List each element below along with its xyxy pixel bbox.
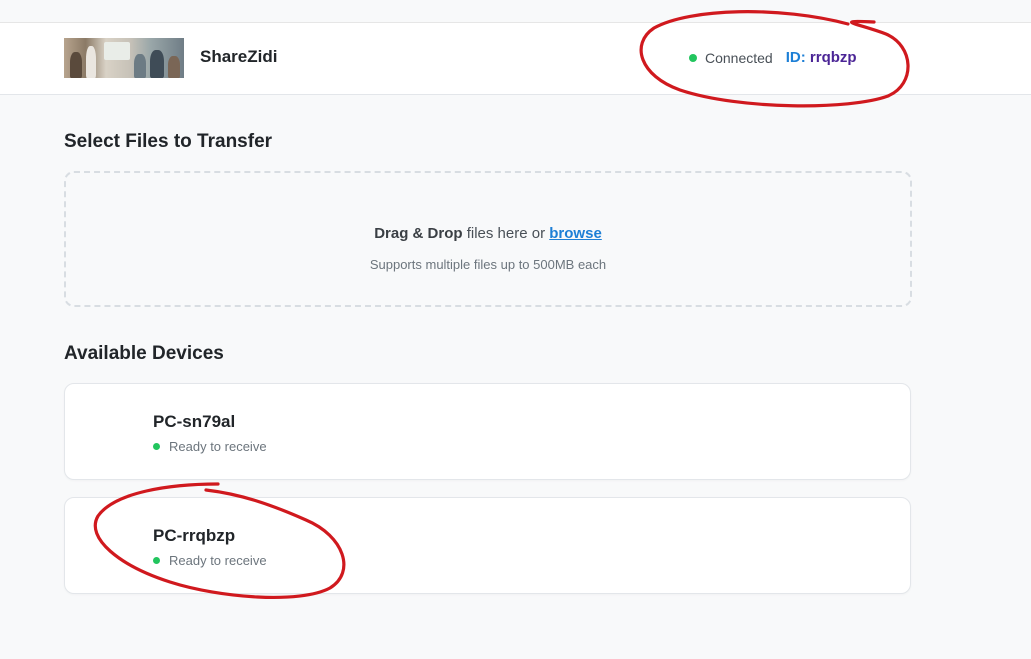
- device-name: PC-rrqbzp: [153, 526, 236, 545]
- browse-link[interactable]: browse: [549, 225, 602, 242]
- status-dot-icon: [689, 53, 697, 62]
- peer-id-value: rrqbzp: [809, 49, 857, 66]
- device-card[interactable]: PC-sn79al Ready to receive: [64, 383, 911, 480]
- app-name: ShareZidi: [200, 47, 278, 66]
- status-dot-icon: [153, 557, 160, 564]
- devices-section-title: Available Devices: [64, 343, 224, 364]
- connection-status-text: Connected: [705, 49, 773, 66]
- device-status: Ready to receive: [153, 553, 267, 568]
- drop-zone-message: Drag & Drop files here or browse: [66, 225, 910, 242]
- device-status-text: Ready to receive: [169, 439, 267, 454]
- app-header: ShareZidi Connected ID: rrqbzp: [0, 23, 1031, 95]
- device-status: Ready to receive: [153, 439, 267, 454]
- upload-section-title: Select Files to Transfer: [64, 131, 273, 152]
- device-status-text: Ready to receive: [169, 553, 267, 568]
- peer-id-label: ID:: [785, 49, 806, 66]
- device-card[interactable]: PC-rrqbzp Ready to receive: [64, 497, 911, 594]
- logo-image: [64, 38, 184, 78]
- drag-drop-label: Drag & Drop: [374, 225, 463, 242]
- status-dot-icon: [153, 443, 160, 450]
- upload-limit-hint: Supports multiple files up to 500MB each: [369, 257, 607, 272]
- peer-id: ID: rrqbzp: [786, 49, 857, 66]
- connection-status: Connected ID: rrqbzp: [689, 49, 857, 66]
- drag-drop-text: files here or: [462, 225, 550, 242]
- device-name: PC-sn79al: [153, 412, 236, 431]
- browser-top-strip: [0, 0, 1031, 23]
- file-drop-zone[interactable]: Drag & Drop files here or browse Support…: [64, 171, 912, 307]
